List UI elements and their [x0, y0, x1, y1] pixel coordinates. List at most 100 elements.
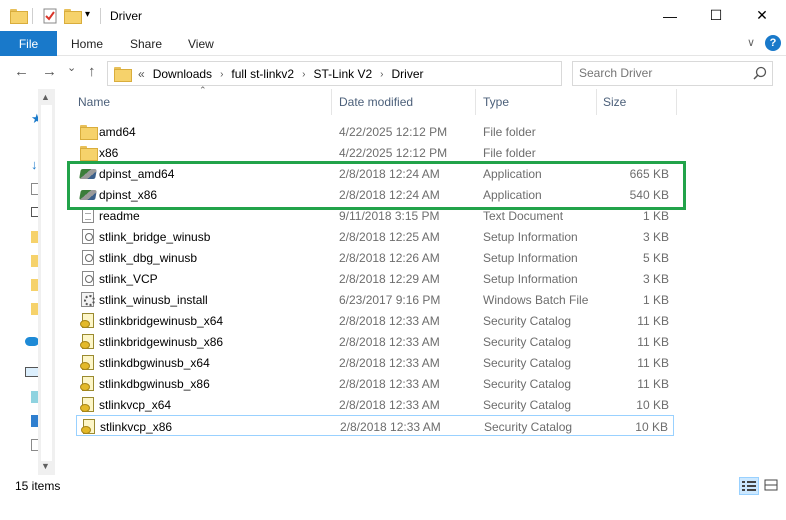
scrollbar-thumb[interactable]: [41, 105, 52, 461]
security-catalog-icon: [80, 376, 94, 391]
new-folder-icon[interactable]: [64, 9, 82, 24]
file-date-modified: 2/8/2018 12:25 AM: [339, 230, 440, 244]
file-name: stlink_bridge_winusb: [99, 230, 211, 244]
file-date-modified: 6/23/2017 9:16 PM: [339, 293, 441, 307]
chevron-right-icon[interactable]: ›: [302, 69, 305, 80]
address-bar[interactable]: « Downloads › full st-linkv2 › ST-Link V…: [107, 61, 659, 86]
breadcrumb-item[interactable]: full st-linkv2: [231, 67, 294, 81]
chevron-right-icon[interactable]: ›: [380, 69, 383, 80]
file-size: 3 KB: [642, 272, 669, 286]
column-header-name[interactable]: Name: [78, 89, 333, 115]
file-date-modified: 2/8/2018 12:33 AM: [339, 314, 440, 328]
file-name: stlink_dbg_winusb: [99, 251, 198, 265]
column-header-date[interactable]: Date modified: [339, 89, 479, 115]
search-input[interactable]: [579, 66, 744, 80]
minimize-button[interactable]: —: [647, 0, 693, 31]
scroll-up-icon[interactable]: ▲: [41, 92, 50, 102]
title-bar: ▾ Driver — ☐ ✕: [0, 0, 786, 31]
file-row[interactable]: stlink_bridge_winusb 2/8/2018 12:25 AM Set…: [76, 226, 674, 247]
file-name: x86: [99, 146, 119, 160]
file-type: Setup Information: [483, 272, 578, 286]
file-name: stlinkvcp_x64: [99, 398, 172, 412]
file-date-modified: 4/22/2025 12:12 PM: [339, 125, 448, 139]
folder-icon: [80, 146, 98, 161]
close-button[interactable]: ✕: [739, 0, 785, 31]
breadcrumb-item[interactable]: ST-Link V2: [313, 67, 372, 81]
column-divider[interactable]: [331, 89, 332, 115]
column-divider[interactable]: [596, 89, 597, 115]
column-header-type[interactable]: Type: [483, 89, 593, 115]
file-name: stlinkbridgewinusb_x64: [99, 314, 224, 328]
details-view-button[interactable]: [739, 477, 759, 495]
properties-icon[interactable]: [42, 8, 58, 24]
expand-ribbon-chevron-icon[interactable]: ∨: [747, 36, 755, 49]
maximize-button[interactable]: ☐: [693, 0, 739, 31]
this-pc-icon[interactable]: [25, 367, 39, 377]
recent-locations-button[interactable]: ⌄: [67, 61, 76, 74]
file-row[interactable]: x86 4/22/2025 12:12 PM File folder: [76, 142, 674, 163]
security-catalog-icon: [80, 334, 94, 349]
setup-information-icon: [82, 271, 94, 286]
column-divider[interactable]: [475, 89, 476, 115]
file-date-modified: 2/8/2018 12:26 AM: [339, 251, 440, 265]
security-catalog-icon: [80, 313, 94, 328]
navigation-pane: ★ ↓ ▲ ▼: [0, 89, 55, 475]
navigation-bar: ← → ⌄ ↑ « Downloads › full st-linkv2 › S…: [0, 57, 786, 89]
onedrive-icon[interactable]: [25, 337, 39, 346]
large-icons-view-button[interactable]: [762, 477, 782, 495]
setup-information-icon: [82, 229, 94, 244]
folder-icon: [10, 9, 28, 24]
file-row[interactable]: stlinkdbgwinusb_x86 2/8/2018 12:33 AM Secu…: [76, 373, 674, 394]
scroll-down-icon[interactable]: ▼: [41, 461, 50, 471]
forward-button[interactable]: →: [42, 63, 57, 80]
status-bar: 15 items: [0, 475, 786, 520]
file-size: 10 KB: [636, 398, 669, 412]
search-box[interactable]: [572, 61, 773, 86]
large-icons-view-icon: [764, 479, 778, 491]
file-row[interactable]: stlinkvcp_x64 2/8/2018 12:33 AM Security C…: [76, 394, 674, 415]
breadcrumb-item[interactable]: Driver: [391, 67, 423, 81]
up-button[interactable]: ↑: [88, 63, 96, 80]
file-type: Security Catalog: [483, 398, 572, 412]
file-type: Security Catalog: [483, 356, 572, 370]
tab-share[interactable]: Share: [130, 37, 162, 51]
column-header-size[interactable]: Size: [603, 89, 673, 115]
file-size: 1 KB: [642, 293, 669, 307]
search-icon[interactable]: [753, 66, 767, 80]
file-type: Security Catalog: [484, 420, 573, 434]
back-button[interactable]: ←: [14, 63, 29, 80]
file-type: File folder: [483, 125, 536, 139]
tab-file[interactable]: File: [0, 31, 57, 56]
chevron-right-icon[interactable]: ›: [220, 69, 223, 80]
file-name: amd64: [99, 125, 136, 139]
text-document-icon: [82, 208, 94, 223]
file-row[interactable]: stlink_dbg_winusb 2/8/2018 12:26 AM Setup …: [76, 247, 674, 268]
item-count: 15 items: [15, 479, 61, 493]
customize-chevron-icon[interactable]: ▾: [85, 9, 101, 25]
highlight-box: [67, 161, 686, 210]
file-row[interactable]: stlink_winusb_install 6/23/2017 9:16 PM Wi…: [76, 289, 674, 310]
file-size: 10 KB: [635, 420, 668, 434]
file-type: File folder: [483, 146, 536, 160]
file-name: stlinkdbgwinusb_x86: [99, 377, 210, 391]
file-row[interactable]: stlink_VCP 2/8/2018 12:29 AM Setup Informa…: [76, 268, 674, 289]
tab-home[interactable]: Home: [71, 37, 103, 51]
column-divider[interactable]: [676, 89, 677, 115]
file-row[interactable]: stlinkdbgwinusb_x64 2/8/2018 12:33 AM Secu…: [76, 352, 674, 373]
security-catalog-icon: [81, 419, 95, 434]
breadcrumb-overflow[interactable]: «: [138, 67, 145, 81]
breadcrumb-item[interactable]: Downloads: [153, 67, 212, 81]
help-icon[interactable]: ?: [765, 35, 781, 51]
file-row[interactable]: amd64 4/22/2025 12:12 PM File folder: [76, 121, 674, 142]
file-type: Setup Information: [483, 251, 578, 265]
window-title: Driver: [110, 9, 142, 23]
file-row[interactable]: stlinkvcp_x86 2/8/2018 12:33 AM Security C…: [76, 415, 674, 436]
file-row[interactable]: stlinkbridgewinusb_x86 2/8/2018 12:33 AM S…: [76, 331, 674, 352]
file-row[interactable]: stlinkbridgewinusb_x64 2/8/2018 12:33 AM S…: [76, 310, 674, 331]
file-type: Security Catalog: [483, 377, 572, 391]
file-date-modified: 2/8/2018 12:33 AM: [339, 335, 440, 349]
file-size: 11 KB: [637, 356, 669, 370]
tab-view[interactable]: View: [188, 37, 214, 51]
file-size: 11 KB: [637, 377, 669, 391]
navigation-pane-scrollbar[interactable]: ▲ ▼: [38, 89, 55, 475]
